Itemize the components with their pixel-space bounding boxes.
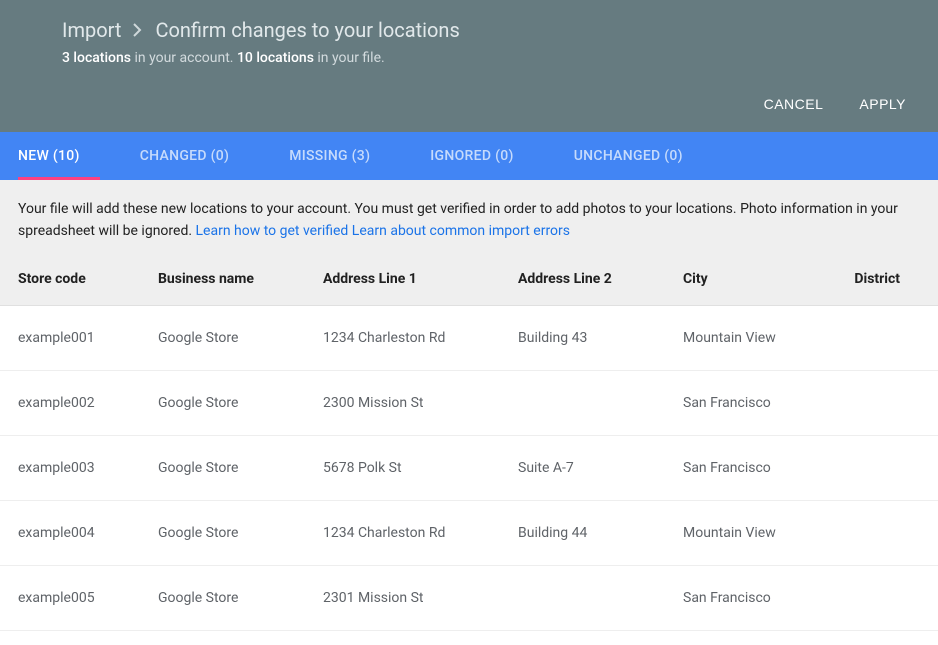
header: Import Confirm changes to your locations… [0, 0, 938, 132]
cell-business-name: Google Store [158, 525, 323, 541]
cell-address1: 1234 Charleston Rd [323, 330, 518, 346]
breadcrumb: Import Confirm changes to your locations [62, 18, 920, 42]
table-row[interactable]: example001Google Store1234 Charleston Rd… [0, 306, 938, 371]
cell-address1: 2301 Mission St [323, 590, 518, 606]
breadcrumb-current: Confirm changes to your locations [155, 18, 459, 42]
cell-city: San Francisco [683, 590, 838, 606]
cell-business-name: Google Store [158, 460, 323, 476]
tab-missing[interactable]: MISSING (3) [269, 132, 390, 180]
cell-store-code: example001 [18, 330, 158, 346]
cell-city: San Francisco [683, 460, 838, 476]
col-city: City [683, 271, 838, 287]
col-store-code: Store code [18, 271, 158, 287]
cell-address1: 2300 Mission St [323, 395, 518, 411]
tab-ignored[interactable]: IGNORED (0) [410, 132, 533, 180]
col-address1: Address Line 1 [323, 271, 518, 287]
cell-address1: 1234 Charleston Rd [323, 525, 518, 541]
info-panel: Your file will add these new locations t… [0, 180, 938, 259]
file-suffix: in your file. [314, 50, 385, 66]
breadcrumb-parent[interactable]: Import [62, 18, 121, 42]
cell-city: Mountain View [683, 525, 838, 541]
cell-address2 [518, 590, 683, 606]
col-address2: Address Line 2 [518, 271, 683, 287]
file-count: 10 locations [237, 50, 314, 66]
cell-address2: Building 44 [518, 525, 683, 541]
table-row[interactable]: example003Google Store5678 Polk StSuite … [0, 436, 938, 501]
cell-district [838, 525, 920, 541]
chevron-right-icon [133, 23, 143, 37]
apply-button[interactable]: APPLY [859, 96, 906, 112]
cell-address2: Suite A-7 [518, 460, 683, 476]
tab-new[interactable]: NEW (10) [18, 132, 100, 180]
table-row[interactable]: example005Google Store2301 Mission St San… [0, 566, 938, 631]
info-text: Your file will add these new locations t… [18, 198, 920, 243]
learn-import-errors-link[interactable]: Learn about common import errors [352, 223, 570, 239]
table-row[interactable]: example004Google Store1234 Charleston Rd… [0, 501, 938, 566]
cell-city: Mountain View [683, 330, 838, 346]
cell-district [838, 460, 920, 476]
cell-business-name: Google Store [158, 330, 323, 346]
col-district: District [838, 271, 920, 287]
cell-city: San Francisco [683, 395, 838, 411]
tab-changed[interactable]: CHANGED (0) [120, 132, 249, 180]
cell-business-name: Google Store [158, 395, 323, 411]
account-count: 3 locations [62, 50, 131, 66]
table-body: example001Google Store1234 Charleston Rd… [0, 306, 938, 631]
cell-address2: Building 43 [518, 330, 683, 346]
cell-store-code: example004 [18, 525, 158, 541]
cell-store-code: example005 [18, 590, 158, 606]
learn-verified-link[interactable]: Learn how to get verified [196, 223, 349, 239]
cell-store-code: example002 [18, 395, 158, 411]
table-header: Store code Business name Address Line 1 … [0, 259, 938, 306]
header-actions: CANCEL APPLY [62, 66, 920, 122]
cell-district [838, 330, 920, 346]
cell-district [838, 395, 920, 411]
col-business-name: Business name [158, 271, 323, 287]
cell-address2 [518, 395, 683, 411]
account-suffix: in your account. [131, 50, 237, 66]
tab-unchanged[interactable]: UNCHANGED (0) [554, 132, 703, 180]
cell-address1: 5678 Polk St [323, 460, 518, 476]
table-row[interactable]: example002Google Store2300 Mission St San… [0, 371, 938, 436]
cell-district [838, 590, 920, 606]
cell-business-name: Google Store [158, 590, 323, 606]
tabs: NEW (10) CHANGED (0) MISSING (3) IGNORED (0… [0, 132, 938, 180]
cancel-button[interactable]: CANCEL [764, 96, 824, 112]
summary-text: 3 locations in your account. 10 location… [62, 50, 920, 66]
cell-store-code: example003 [18, 460, 158, 476]
